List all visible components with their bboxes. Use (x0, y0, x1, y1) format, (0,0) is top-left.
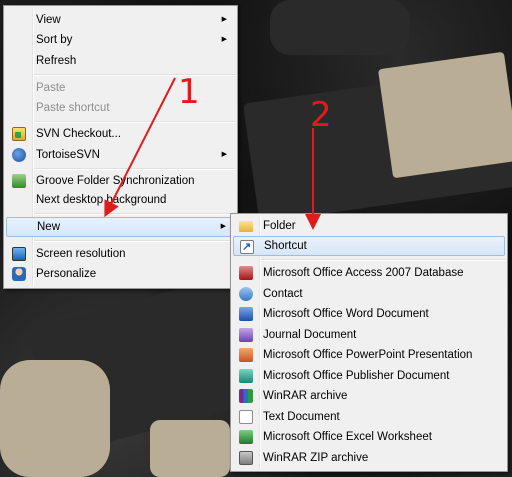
menu-item-svn-checkout[interactable]: SVN Checkout... (6, 124, 235, 144)
powerpoint-icon (239, 348, 253, 362)
winrar-archive-icon (239, 389, 253, 403)
menu-item-label: Screen resolution (36, 248, 126, 260)
menu-separator (34, 240, 235, 242)
svn-checkout-icon (12, 127, 26, 141)
menu-item-label: Contact (263, 288, 303, 300)
access-database-icon (239, 266, 253, 280)
new-item-publisher[interactable]: Microsoft Office Publisher Document (233, 366, 505, 386)
menu-item-next-background[interactable]: Next desktop background (6, 190, 235, 210)
menu-separator (34, 121, 235, 123)
menu-item-label: Refresh (36, 55, 77, 67)
new-item-folder[interactable]: Folder (233, 216, 505, 236)
rifle-image-part (150, 420, 230, 477)
submenu-arrow-icon: ▶ (221, 151, 227, 158)
publisher-icon (239, 369, 253, 383)
menu-item-label: WinRAR ZIP archive (263, 452, 369, 464)
rifle-image-part (270, 0, 410, 55)
menu-item-label: New (37, 221, 61, 233)
menu-item-refresh[interactable]: Refresh (6, 51, 235, 71)
contact-icon (239, 287, 253, 301)
new-item-text-document[interactable]: Text Document (233, 407, 505, 427)
menu-item-label: View (36, 14, 61, 26)
menu-item-view[interactable]: View ▶ (6, 10, 235, 30)
menu-item-label: Journal Document (263, 329, 357, 341)
journal-document-icon (239, 328, 253, 342)
menu-separator (34, 213, 235, 215)
menu-item-label: Sort by (36, 34, 73, 46)
menu-separator (34, 74, 235, 76)
rifle-image-part (377, 51, 512, 179)
tortoisesvn-icon (12, 148, 26, 162)
menu-item-tortoisesvn[interactable]: TortoiseSVN ▶ (6, 145, 235, 165)
screen-resolution-icon (12, 247, 26, 261)
menu-item-screen-resolution[interactable]: Screen resolution (6, 244, 235, 264)
menu-item-new[interactable]: New ▶ (6, 217, 235, 237)
new-item-word-document[interactable]: Microsoft Office Word Document (233, 304, 505, 324)
step1-label: 1 (178, 72, 200, 112)
menu-item-label: Paste shortcut (36, 102, 110, 114)
menu-item-label: SVN Checkout... (36, 128, 122, 140)
folder-icon (239, 221, 253, 232)
step2-label: 2 (310, 95, 332, 135)
menu-item-label: Shortcut (264, 240, 307, 252)
new-item-winrar-archive[interactable]: WinRAR archive (233, 386, 505, 406)
menu-item-label: Microsoft Office Publisher Document (263, 370, 450, 382)
menu-item-paste-shortcut[interactable]: Paste shortcut (6, 98, 235, 118)
menu-item-label: Microsoft Office Access 2007 Database (263, 267, 464, 279)
excel-worksheet-icon (239, 430, 253, 444)
new-item-contact[interactable]: Contact (233, 284, 505, 304)
menu-item-personalize[interactable]: Personalize (6, 264, 235, 284)
shortcut-icon (240, 238, 254, 256)
menu-item-label: Groove Folder Synchronization (36, 175, 195, 187)
winrar-zip-icon (239, 451, 253, 465)
menu-item-label: Microsoft Office PowerPoint Presentation (263, 349, 473, 361)
menu-item-label: Microsoft Office Word Document (263, 308, 429, 320)
menu-item-label: Microsoft Office Excel Worksheet (263, 431, 432, 443)
menu-item-label: Text Document (263, 411, 340, 423)
menu-item-paste[interactable]: Paste (6, 78, 235, 98)
menu-item-sort-by[interactable]: Sort by ▶ (6, 30, 235, 50)
new-item-access-database[interactable]: Microsoft Office Access 2007 Database (233, 263, 505, 283)
menu-item-groove-sync[interactable]: Groove Folder Synchronization (6, 171, 235, 191)
desktop-context-menu: View ▶ Sort by ▶ Refresh Paste Paste sho… (3, 5, 238, 289)
new-item-excel-worksheet[interactable]: Microsoft Office Excel Worksheet (233, 427, 505, 447)
new-item-winrar-zip[interactable]: WinRAR ZIP archive (233, 448, 505, 468)
text-document-icon (239, 410, 253, 424)
rifle-image-part (0, 360, 110, 477)
new-item-powerpoint[interactable]: Microsoft Office PowerPoint Presentation (233, 345, 505, 365)
menu-item-label: Paste (36, 82, 66, 94)
menu-separator (34, 168, 235, 170)
menu-item-label: Next desktop background (36, 194, 167, 206)
menu-item-label: Folder (263, 220, 296, 232)
groove-icon (12, 174, 26, 188)
menu-item-label: TortoiseSVN (36, 149, 100, 161)
new-item-shortcut[interactable]: Shortcut (233, 236, 505, 256)
menu-separator (261, 259, 505, 261)
submenu-arrow-icon: ▶ (220, 223, 226, 230)
menu-item-label: WinRAR archive (263, 390, 348, 402)
new-submenu: Folder Shortcut Microsoft Office Access … (230, 213, 508, 472)
word-document-icon (239, 307, 253, 321)
new-item-journal-document[interactable]: Journal Document (233, 325, 505, 345)
menu-item-label: Personalize (36, 268, 97, 280)
submenu-arrow-icon: ▶ (221, 36, 227, 43)
submenu-arrow-icon: ▶ (221, 16, 227, 23)
personalize-icon (12, 267, 26, 281)
